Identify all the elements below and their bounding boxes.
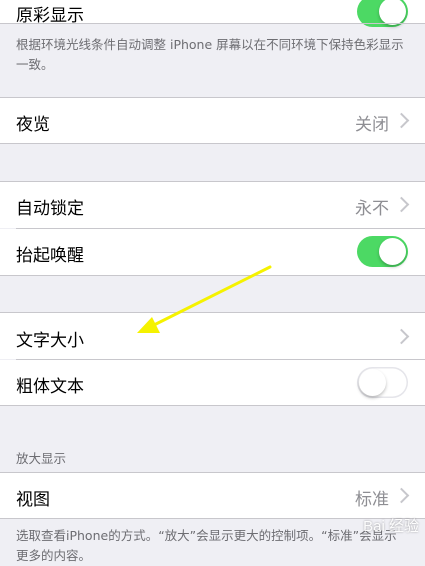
raise-to-wake-label: 抬起唤醒 (16, 246, 84, 266)
color-display-note: 根据环境光线条件自动调整 iPhone 屏幕以在不同环境下保持色彩显示一致。 (16, 37, 404, 72)
zoom-section-header: 放大显示 (16, 451, 67, 466)
raise-to-wake-row: 抬起唤醒 (0, 229, 425, 275)
toggle-knob (379, 0, 406, 25)
watermark-logo: Bai 经验 (363, 518, 419, 535)
raise-to-wake-toggle[interactable] (357, 236, 408, 267)
color-display-row: 原彩显示 (0, 0, 425, 27)
text-size-label: 文字大小 (16, 331, 84, 351)
divider (0, 275, 425, 276)
text-size-row[interactable]: 文字大小 (0, 313, 425, 359)
view-row[interactable]: 视图 标准 (0, 473, 425, 518)
chevron-right-icon (393, 487, 410, 504)
chevron-right-icon (393, 112, 410, 129)
view-note: 选取查看iPhone的方式。“放大”会显示更大的控制项。“标准”会显示更多的内容… (16, 528, 397, 563)
night-shift-label: 夜览 (16, 115, 50, 135)
bold-text-toggle[interactable] (357, 367, 408, 398)
night-shift-row[interactable]: 夜览 关闭 (0, 98, 425, 143)
divider (0, 143, 425, 144)
chevron-right-icon (393, 328, 410, 345)
divider (0, 405, 425, 406)
view-label: 视图 (16, 490, 50, 510)
bold-text-row: 粗体文本 (0, 360, 425, 405)
auto-lock-row[interactable]: 自动锁定 永不 (0, 182, 425, 228)
view-value: 标准 (355, 490, 389, 510)
night-shift-value: 关闭 (355, 115, 389, 135)
divider (0, 518, 425, 519)
auto-lock-value: 永不 (355, 199, 389, 219)
divider (0, 23, 425, 24)
chevron-right-icon (393, 196, 410, 213)
bold-text-label: 粗体文本 (16, 377, 84, 397)
toggle-knob (359, 369, 386, 396)
auto-lock-label: 自动锁定 (16, 199, 84, 219)
toggle-knob (379, 238, 406, 265)
